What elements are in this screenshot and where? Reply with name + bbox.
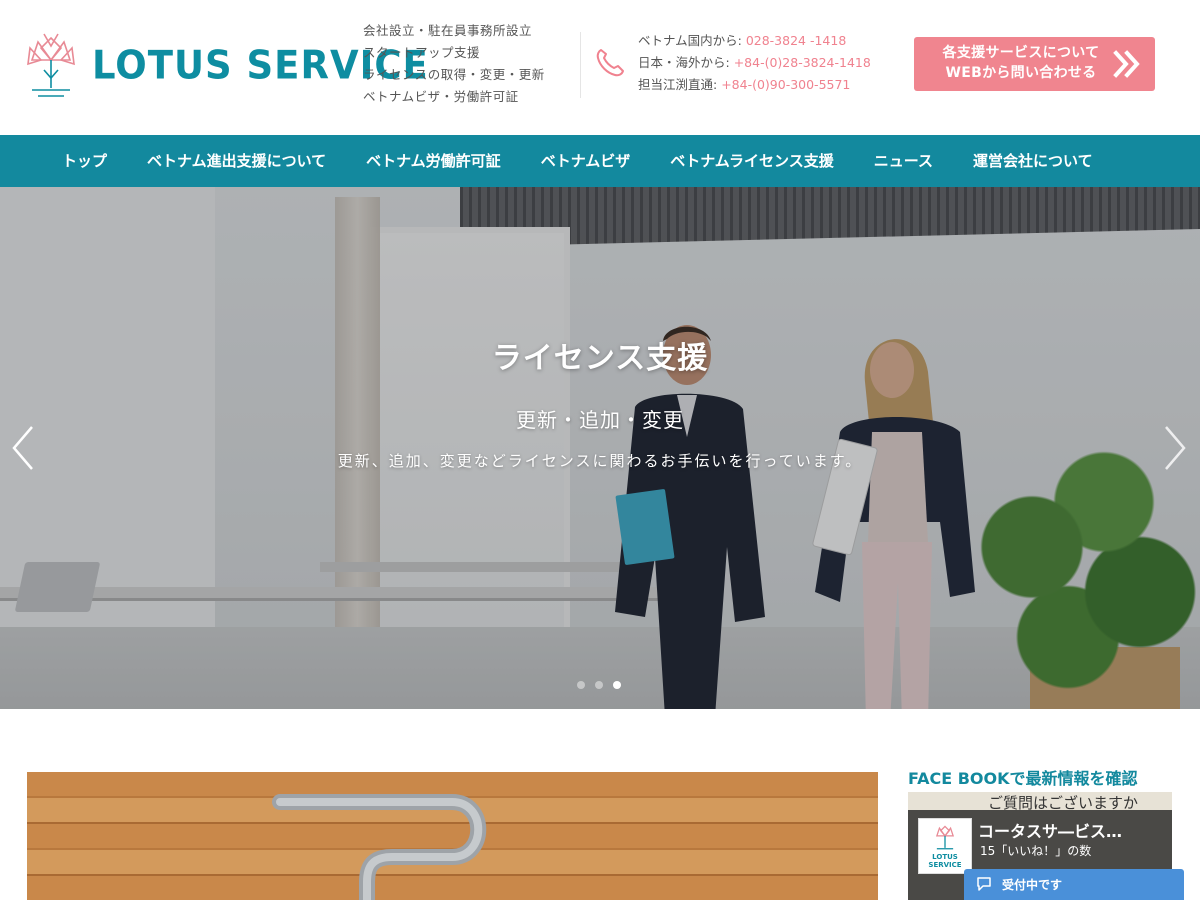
fb-page-avatar[interactable]: LOTUS SERVICE <box>918 818 972 874</box>
phone-number[interactable]: +84-(0)90-300-5571 <box>721 77 850 92</box>
main-nav: トップ ベトナム進出支援について ベトナム労働許可証 ベトナムビザ ベトナムライ… <box>0 135 1200 187</box>
nav-item-vietnam-entry-support[interactable]: ベトナム進出支援について <box>127 135 346 187</box>
service-item: 会社設立・駐在員事務所設立 <box>363 23 533 38</box>
cta-line: WEBから問い合わせる <box>945 65 1097 81</box>
slider-next-arrow-icon[interactable] <box>1160 423 1190 473</box>
phone-item: 担当江渕直通: +84-(0)90-300-5571 <box>638 74 871 96</box>
service-item: ライセンスの取得・変更・更新 <box>363 67 545 82</box>
phone-list: ベトナム国内から: 028-3824 -1418 日本・海外から: +84-(0… <box>638 30 871 96</box>
hero-overlay <box>0 187 1200 709</box>
phone-item: 日本・海外から: +84-(0)28-3824-1418 <box>638 52 871 74</box>
featured-article-image[interactable] <box>27 772 878 900</box>
hero-description: 更新、追加、変更などライセンスに関わるお手伝いを行っています。 <box>337 452 863 470</box>
phone-number[interactable]: 028-3824 -1418 <box>746 33 846 48</box>
nav-item-top[interactable]: トップ <box>0 135 127 187</box>
phone-label: 担当江渕直通: <box>638 77 722 92</box>
hero-slider: ライセンス支援 更新・追加・変更 更新、追加、変更などライセンスに関わるお手伝い… <box>0 187 1200 709</box>
nav-item-visa[interactable]: ベトナムビザ <box>521 135 651 187</box>
chat-bubble-icon <box>977 877 991 891</box>
nav-item-news[interactable]: ニュース <box>854 135 953 187</box>
service-item: スタートアップ支援 <box>363 45 481 60</box>
site-header: LOTUS SERVICE 会社設立・駐在員事務所設立 スタートアップ支援 ライ… <box>0 0 1200 135</box>
lotus-logo-icon <box>935 825 955 850</box>
facebook-section-title: FACE BOOKで最新情報を確認 <box>908 769 1138 788</box>
fb-like-count: 15「いいね！」の数 <box>980 844 1092 858</box>
fb-page-name[interactable]: コータスサ―ビス… <box>978 818 1122 842</box>
wall-sign-graphic <box>272 794 487 900</box>
cta-text: 各支援サービスについて WEBから問い合わせる <box>926 43 1116 83</box>
chat-status-label: 受付中です <box>1002 878 1063 892</box>
phone-number[interactable]: +84-(0)28-3824-1418 <box>734 55 871 70</box>
cta-line: 各支援サービスについて <box>942 45 1100 61</box>
service-item: ベトナムビザ・労働許可証 <box>363 89 519 104</box>
slider-prev-arrow-icon[interactable] <box>8 423 38 473</box>
slider-dots <box>577 681 621 689</box>
hero-subtitle: 更新・追加・変更 <box>516 408 684 432</box>
nav-item-company[interactable]: 運営会社について <box>953 135 1113 187</box>
phone-label: ベトナム国内から: <box>638 33 746 48</box>
slider-dot[interactable] <box>577 681 585 689</box>
phone-label: 日本・海外から: <box>638 55 734 70</box>
slider-dot[interactable] <box>595 681 603 689</box>
slider-dot-active[interactable] <box>613 681 621 689</box>
web-inquiry-button[interactable]: 各支援サービスについて WEBから問い合わせる <box>914 37 1155 91</box>
nav-item-license-support[interactable]: ベトナムライセンス支援 <box>650 135 854 187</box>
hero-title: ライセンス支援 <box>491 341 709 376</box>
fb-avatar-text: LOTUS SERVICE <box>928 853 962 869</box>
phone-item: ベトナム国内から: 028-3824 -1418 <box>638 30 871 52</box>
service-list: 会社設立・駐在員事務所設立 スタートアップ支援 ライセンスの取得・変更・更新 ベ… <box>363 20 545 108</box>
header-divider <box>580 32 581 98</box>
double-chevron-right-icon <box>1113 50 1140 78</box>
lotus-logo-icon <box>27 33 75 97</box>
phone-icon <box>596 49 624 77</box>
chat-widget-button[interactable]: 受付中です <box>964 869 1184 900</box>
nav-item-work-permit[interactable]: ベトナム労働許可証 <box>346 135 521 187</box>
